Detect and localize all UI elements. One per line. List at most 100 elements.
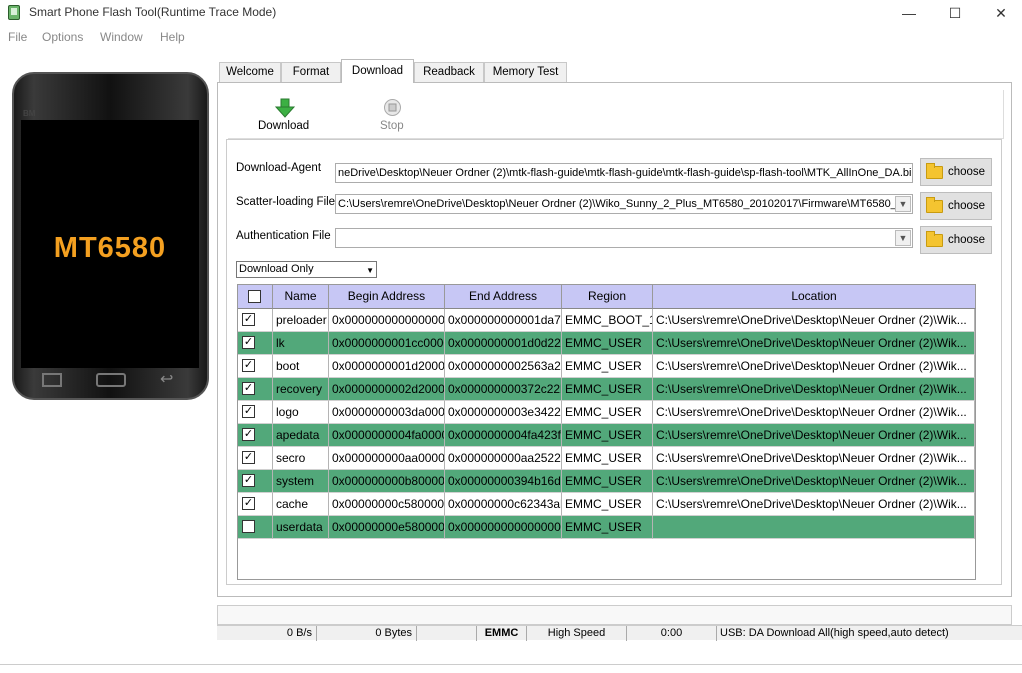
phone-illustration: BM MT6580 ↩ [12, 72, 209, 400]
tab-format[interactable]: Format [281, 62, 341, 82]
choose-scatter-button[interactable]: choose [920, 192, 992, 220]
status-spacer [417, 626, 477, 641]
cell-location: C:\Users\remre\OneDrive\Desktop\Neuer Or… [653, 470, 975, 493]
table-row[interactable]: ✓ recovery 0x0000000002d20000 0x00000000037… [238, 378, 975, 401]
header-end-address[interactable]: End Address [445, 285, 562, 309]
row-checkbox-cell [238, 516, 273, 539]
table-row[interactable]: userdata 0x00000000e5800000 0x000000000000… [238, 516, 975, 539]
header-name[interactable]: Name [273, 285, 329, 309]
menu-options[interactable]: Options [42, 30, 83, 44]
cell-location [653, 516, 975, 539]
checked-checkbox[interactable]: ✓ [242, 451, 255, 464]
cell-region: EMMC_USER [562, 332, 653, 355]
checked-checkbox[interactable]: ✓ [242, 428, 255, 441]
cell-name: userdata [273, 516, 329, 539]
select-all-checkbox[interactable] [248, 290, 261, 303]
select-all-header[interactable] [238, 285, 273, 309]
checked-checkbox[interactable]: ✓ [242, 336, 255, 349]
checked-checkbox[interactable]: ✓ [242, 359, 255, 372]
menu-file[interactable]: File [8, 30, 27, 44]
progress-bar [217, 605, 1012, 625]
phone-brand: BM [23, 109, 36, 118]
phone-buttons: ↩ [14, 367, 207, 398]
row-checkbox-cell: ✓ [238, 355, 273, 378]
tab-welcome[interactable]: Welcome [219, 62, 281, 82]
table-row[interactable]: ✓ preloader 0x0000000000000000 0x0000000000… [238, 309, 975, 332]
scatter-file-label: Scatter-loading File [236, 196, 336, 208]
checked-checkbox[interactable]: ✓ [242, 405, 255, 418]
table-row[interactable]: ✓ secro 0x000000000aa00000 0x000000000aa252… [238, 447, 975, 470]
header-begin-address[interactable]: Begin Address [329, 285, 445, 309]
cell-end: 0x00000000c62343ab [445, 493, 562, 516]
row-checkbox-cell: ✓ [238, 424, 273, 447]
status-bytes: 0 Bytes [317, 626, 417, 641]
download-arrow-icon [275, 98, 295, 118]
menu-help[interactable]: Help [160, 30, 185, 44]
header-location[interactable]: Location [653, 285, 976, 309]
stop-icon [384, 99, 401, 116]
download-mode-select[interactable]: Download Only ▼ [236, 261, 377, 278]
chevron-down-icon[interactable]: ▼ [895, 196, 911, 212]
checked-checkbox[interactable]: ✓ [242, 313, 255, 326]
cell-begin: 0x0000000001d20000 [329, 355, 445, 378]
table-row[interactable]: ✓ logo 0x0000000003da0000 0x0000000003e3422… [238, 401, 975, 424]
table-row[interactable]: ✓ lk 0x0000000001cc0000 0x0000000001d0d22b E… [238, 332, 975, 355]
cell-name: system [273, 470, 329, 493]
checked-checkbox[interactable]: ✓ [242, 497, 255, 510]
cell-name: secro [273, 447, 329, 470]
menu-window[interactable]: Window [100, 30, 143, 44]
auth-file-label: Authentication File [236, 230, 331, 242]
cell-begin: 0x00000000e5800000 [329, 516, 445, 539]
choose-download-agent-button[interactable]: choose [920, 158, 992, 186]
table-row[interactable]: ✓ boot 0x0000000001d20000 0x0000000002563a2… [238, 355, 975, 378]
folder-icon [926, 196, 943, 213]
cell-end: 0x0000000003e3422b [445, 401, 562, 424]
maximize-button[interactable]: ☐ [932, 0, 978, 26]
download-agent-label: Download-Agent [236, 162, 322, 174]
table-row[interactable]: ✓ cache 0x00000000c5800000 0x00000000c62343… [238, 493, 975, 516]
cell-location: C:\Users\remre\OneDrive\Desktop\Neuer Or… [653, 355, 975, 378]
download-agent-field[interactable]: neDrive\Desktop\Neuer Ordner (2)\mtk-fla… [335, 163, 913, 183]
unchecked-checkbox[interactable] [242, 520, 255, 533]
close-button[interactable]: ✕ [978, 0, 1022, 26]
cell-region: EMMC_BOOT_1 [562, 309, 653, 332]
row-checkbox-cell: ✓ [238, 332, 273, 355]
cell-end: 0x0000000002563a2b [445, 355, 562, 378]
cell-end: 0x000000000372c22b [445, 378, 562, 401]
scatter-file-combo[interactable]: C:\Users\remre\OneDrive\Desktop\Neuer Or… [335, 194, 913, 214]
chip-label: MT6580 [53, 232, 167, 264]
tab-readback[interactable]: Readback [414, 62, 484, 82]
download-button[interactable]: Download [258, 96, 318, 138]
back-key-icon: ↩ [160, 371, 174, 388]
folder-icon [926, 162, 943, 179]
row-checkbox-cell: ✓ [238, 401, 273, 424]
choose-auth-button[interactable]: choose [920, 226, 992, 254]
partition-table: Name Begin Address End Address Region Lo… [237, 284, 976, 580]
table-row[interactable]: ✓ system 0x000000000b800000 0x00000000394b1… [238, 470, 975, 493]
tab-memory-test[interactable]: Memory Test [484, 62, 567, 82]
choose-label: choose [948, 200, 986, 212]
cell-name: apedata [273, 424, 329, 447]
cell-begin: 0x0000000002d20000 [329, 378, 445, 401]
cell-region: EMMC_USER [562, 447, 653, 470]
minimize-button[interactable]: — [886, 0, 932, 26]
chevron-down-icon[interactable]: ▼ [895, 230, 911, 246]
cell-location: C:\Users\remre\OneDrive\Desktop\Neuer Or… [653, 309, 975, 332]
table-row[interactable]: ✓ apedata 0x0000000004fa0000 0x0000000004fa… [238, 424, 975, 447]
cell-end: 0x0000000004fa423f [445, 424, 562, 447]
scatter-file-value: C:\Users\remre\OneDrive\Desktop\Neuer Or… [338, 198, 908, 210]
stop-button[interactable]: Stop [378, 96, 428, 138]
folder-icon [926, 230, 943, 247]
auth-file-combo[interactable]: ▼ [335, 228, 913, 248]
menu-bar: File Options Window Help [0, 28, 1022, 48]
chevron-down-icon: ▼ [366, 266, 374, 275]
status-bar: 0 B/s 0 Bytes EMMC High Speed 0:00 USB: … [217, 625, 1022, 641]
cell-end: 0x00000000394b16dc [445, 470, 562, 493]
checked-checkbox[interactable]: ✓ [242, 474, 255, 487]
tab-download[interactable]: Download [341, 59, 414, 83]
checked-checkbox[interactable]: ✓ [242, 382, 255, 395]
status-usb: USB: DA Download All(high speed,auto det… [720, 627, 949, 639]
cell-region: EMMC_USER [562, 401, 653, 424]
row-checkbox-cell: ✓ [238, 447, 273, 470]
header-region[interactable]: Region [562, 285, 653, 309]
